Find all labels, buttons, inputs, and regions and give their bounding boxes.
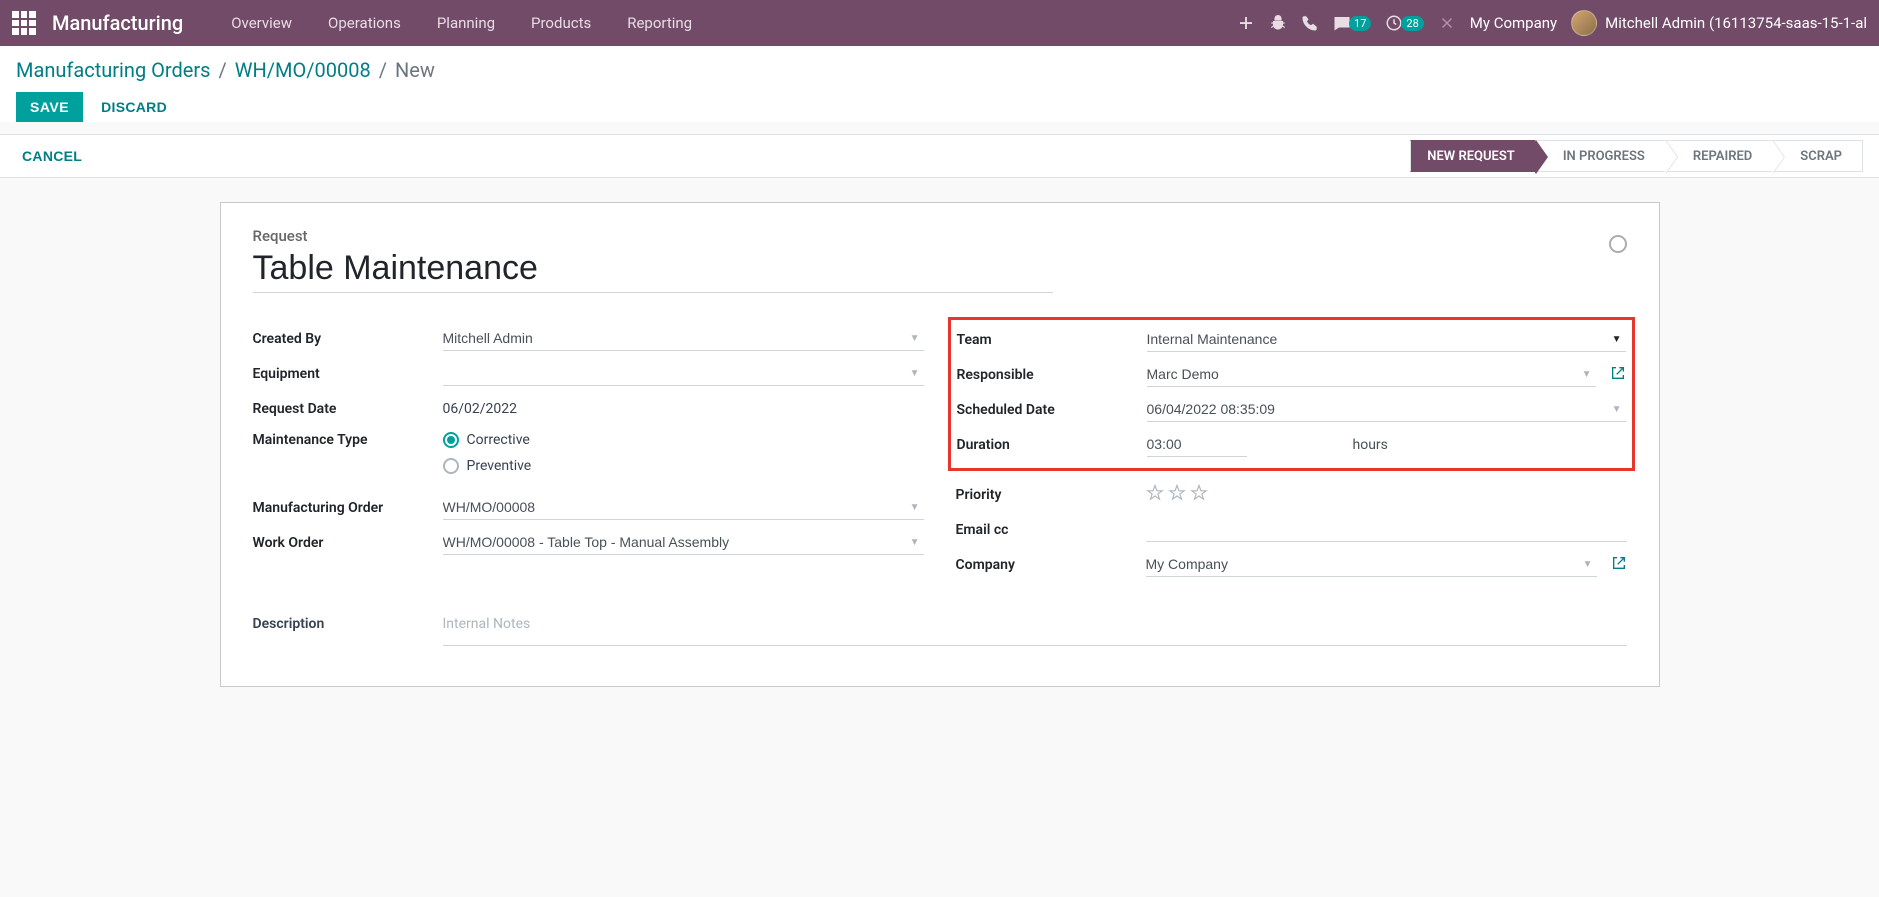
email-cc-input[interactable] bbox=[1146, 517, 1627, 542]
work-order-input[interactable] bbox=[443, 530, 924, 555]
star-icon[interactable] bbox=[1190, 484, 1208, 506]
kanban-state-icon[interactable] bbox=[1609, 235, 1627, 253]
tools-icon[interactable] bbox=[1438, 14, 1456, 32]
request-date-value: 06/02/2022 bbox=[443, 401, 518, 417]
messages-badge: 17 bbox=[1349, 16, 1371, 31]
form-right-column: Team ▼ Responsible ▼ Scheduled Date ▼ bbox=[956, 321, 1627, 582]
created-by-label: Created By bbox=[253, 331, 443, 347]
save-button[interactable]: SAVE bbox=[16, 92, 83, 122]
status-repaired[interactable]: REPAIRED bbox=[1665, 140, 1772, 172]
nav-menu: Overview Operations Planning Products Re… bbox=[215, 4, 708, 42]
activities-icon[interactable]: 28 bbox=[1385, 14, 1423, 32]
star-icon[interactable] bbox=[1168, 484, 1186, 506]
team-input[interactable] bbox=[1147, 327, 1626, 352]
status-in-progress[interactable]: IN PROGRESS bbox=[1535, 140, 1665, 172]
status-scrap[interactable]: SCRAP bbox=[1772, 140, 1863, 172]
scheduled-date-label: Scheduled Date bbox=[957, 402, 1147, 418]
breadcrumb-current: New bbox=[395, 58, 435, 82]
activities-badge: 28 bbox=[1401, 16, 1423, 31]
status-flow: NEW REQUEST IN PROGRESS REPAIRED SCRAP bbox=[1410, 135, 1863, 177]
app-brand[interactable]: Manufacturing bbox=[52, 11, 183, 35]
request-date-label: Request Date bbox=[253, 401, 443, 417]
user-menu[interactable]: Mitchell Admin (16113754-saas-15-1-al bbox=[1571, 10, 1867, 36]
nav-operations[interactable]: Operations bbox=[312, 4, 417, 42]
company-input[interactable] bbox=[1146, 552, 1597, 577]
work-order-label: Work Order bbox=[253, 535, 443, 551]
priority-label: Priority bbox=[956, 487, 1146, 503]
nav-overview[interactable]: Overview bbox=[215, 4, 308, 42]
external-link-icon[interactable] bbox=[1610, 365, 1626, 385]
discard-button[interactable]: DISCARD bbox=[95, 92, 173, 122]
equipment-input[interactable] bbox=[443, 361, 924, 386]
nav-planning[interactable]: Planning bbox=[421, 4, 511, 42]
manufacturing-order-input[interactable] bbox=[443, 495, 924, 520]
description-label: Description bbox=[253, 610, 443, 646]
breadcrumb: Manufacturing Orders / WH/MO/00008 / New bbox=[16, 58, 1863, 82]
radio-corrective[interactable]: Corrective bbox=[443, 432, 532, 448]
statusbar: CANCEL NEW REQUEST IN PROGRESS REPAIRED … bbox=[0, 134, 1879, 178]
radio-icon bbox=[443, 432, 459, 448]
created-by-input[interactable] bbox=[443, 326, 924, 351]
duration-label: Duration bbox=[957, 437, 1147, 453]
maintenance-type-label: Maintenance Type bbox=[253, 432, 443, 448]
user-name: Mitchell Admin (16113754-saas-15-1-al bbox=[1605, 14, 1867, 32]
duration-unit: hours bbox=[1353, 437, 1388, 453]
cancel-button[interactable]: CANCEL bbox=[16, 141, 88, 171]
avatar bbox=[1571, 10, 1597, 36]
company-label: Company bbox=[956, 557, 1146, 573]
radio-preventive[interactable]: Preventive bbox=[443, 458, 532, 474]
form-sheet: Request Created By ▼ Equipment ▼ Request… bbox=[220, 202, 1660, 687]
status-new-request[interactable]: NEW REQUEST bbox=[1410, 140, 1535, 172]
nav-reporting[interactable]: Reporting bbox=[611, 4, 708, 42]
request-name-input[interactable] bbox=[253, 247, 1053, 293]
breadcrumb-root[interactable]: Manufacturing Orders bbox=[16, 58, 211, 82]
email-cc-label: Email cc bbox=[956, 522, 1146, 538]
company-selector[interactable]: My Company bbox=[1470, 14, 1557, 32]
nav-products[interactable]: Products bbox=[515, 4, 607, 42]
responsible-input[interactable] bbox=[1147, 362, 1596, 387]
priority-stars[interactable] bbox=[1146, 484, 1208, 506]
equipment-label: Equipment bbox=[253, 366, 443, 382]
external-link-icon[interactable] bbox=[1611, 555, 1627, 575]
title-label: Request bbox=[253, 227, 1627, 245]
form-left-column: Created By ▼ Equipment ▼ Request Date 06… bbox=[253, 321, 924, 582]
breadcrumb-parent[interactable]: WH/MO/00008 bbox=[235, 58, 371, 82]
description-input[interactable]: Internal Notes bbox=[443, 610, 1627, 646]
phone-icon[interactable] bbox=[1301, 14, 1319, 32]
team-label: Team bbox=[957, 332, 1147, 348]
highlight-box: Team ▼ Responsible ▼ Scheduled Date ▼ bbox=[948, 317, 1635, 471]
control-panel: Manufacturing Orders / WH/MO/00008 / New… bbox=[0, 46, 1879, 122]
plus-icon[interactable] bbox=[1237, 14, 1255, 32]
duration-input[interactable] bbox=[1147, 432, 1247, 457]
star-icon[interactable] bbox=[1146, 484, 1164, 506]
radio-icon bbox=[443, 458, 459, 474]
scheduled-date-input[interactable] bbox=[1147, 397, 1626, 422]
top-navbar: Manufacturing Overview Operations Planni… bbox=[0, 0, 1879, 46]
manufacturing-order-label: Manufacturing Order bbox=[253, 500, 443, 516]
apps-icon[interactable] bbox=[12, 11, 36, 35]
responsible-label: Responsible bbox=[957, 367, 1147, 383]
messages-icon[interactable]: 17 bbox=[1333, 14, 1371, 32]
bug-icon[interactable] bbox=[1269, 14, 1287, 32]
